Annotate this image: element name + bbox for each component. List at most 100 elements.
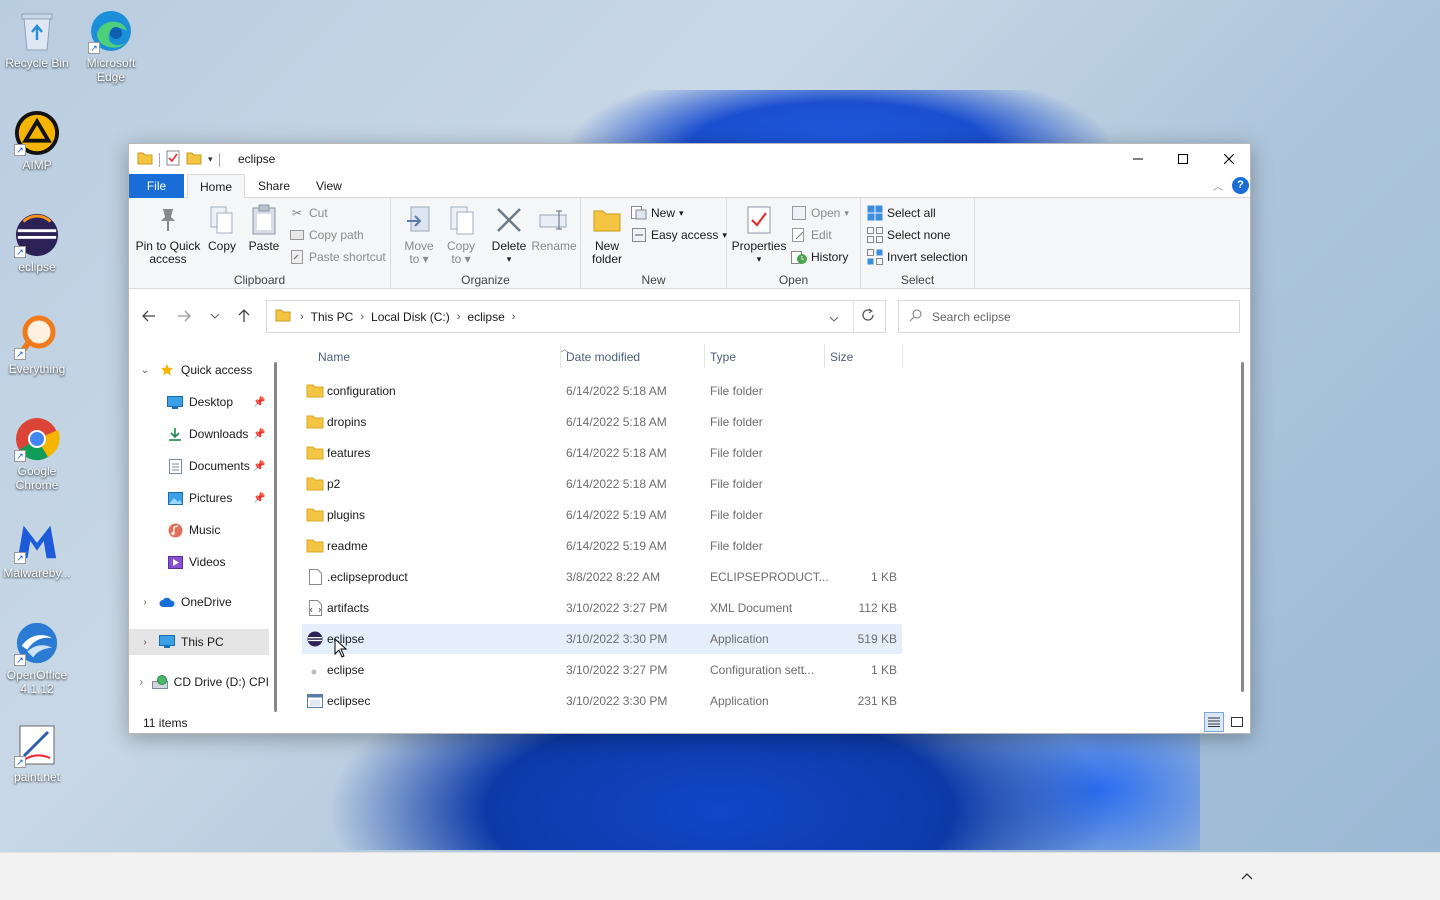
desktop-icon-paintnet[interactable]: ↗ paint.net	[1, 722, 73, 784]
nav-videos[interactable]: Videos	[129, 549, 269, 575]
new-folder-button[interactable]: New folder	[585, 204, 629, 266]
recent-locations-dropdown[interactable]	[203, 304, 227, 328]
breadcrumb-this-pc[interactable]: This PC	[307, 310, 358, 324]
column-divider[interactable]	[824, 344, 825, 368]
customize-qat-dropdown[interactable]: ▾	[208, 154, 213, 165]
paste-shortcut-button[interactable]: Paste shortcut	[289, 247, 386, 267]
desktop-icon-malwarebytes[interactable]: ↗ Malwareby...	[1, 518, 73, 580]
column-divider[interactable]	[704, 344, 705, 368]
properties-icon[interactable]	[166, 150, 180, 169]
table-row[interactable]: readme 6/14/2022 5:19 AM File folder	[302, 531, 902, 561]
delete-button[interactable]: Delete ▾	[487, 204, 531, 266]
table-row[interactable]: dropins 6/14/2022 5:18 AM File folder	[302, 407, 902, 437]
nav-this-pc[interactable]: › This PC	[129, 629, 269, 655]
address-history-dropdown[interactable]	[829, 311, 839, 325]
properties-button[interactable]: Properties ▾	[731, 204, 787, 266]
desktop-icon-aimp[interactable]: ↗ AIMP	[1, 110, 73, 172]
copy-path-button[interactable]: Copy path	[289, 225, 364, 245]
chevron-down-icon[interactable]: ⌄	[137, 365, 153, 376]
table-row[interactable]: eclipse 3/10/2022 3:27 PM Configuration se…	[302, 655, 902, 685]
nav-music[interactable]: Music	[129, 517, 269, 543]
new-item-button[interactable]: New ▾	[631, 203, 684, 223]
table-row[interactable]: .eclipseproduct 3/8/2022 8:22 AM ECLIPSEPR…	[302, 562, 902, 592]
pin-icon[interactable]: 📌	[253, 429, 265, 440]
breadcrumb-eclipse[interactable]: eclipse	[463, 310, 508, 324]
nav-quick-access[interactable]: ⌄ Quick access	[129, 357, 269, 383]
new-folder-icon[interactable]	[186, 151, 202, 168]
paste-button[interactable]: Paste	[245, 204, 283, 253]
pin-icon[interactable]: 📌	[253, 397, 265, 408]
desktop-icon-edge[interactable]: ↗ Microsoft Edge	[75, 8, 147, 84]
delete-dropdown-arrow[interactable]: ▾	[487, 253, 531, 266]
pin-to-quick-access-button[interactable]: Pin to Quick access	[135, 204, 201, 266]
table-row[interactable]: configuration 6/14/2022 5:18 AM File folde…	[302, 376, 902, 406]
column-header-date[interactable]: Date modified	[566, 350, 640, 364]
refresh-icon[interactable]	[861, 308, 875, 325]
nav-pane-scrollbar[interactable]	[274, 362, 277, 712]
column-header-size[interactable]: Size	[830, 350, 853, 364]
desktop-icon-recycle-bin[interactable]: Recycle Bin	[1, 8, 73, 70]
search-input[interactable]: Search eclipse	[898, 300, 1240, 333]
maximize-button[interactable]	[1160, 144, 1206, 174]
column-header-type[interactable]: Type	[710, 350, 736, 364]
easy-access-button[interactable]: Easy access ▾	[631, 225, 727, 245]
desktop-icon-chrome[interactable]: ↗ Google Chrome	[1, 416, 73, 492]
address-bar[interactable]: › This PC › Local Disk (C:) › eclipse ›	[266, 300, 886, 333]
cut-button[interactable]: ✂ Cut	[289, 203, 328, 223]
pin-icon[interactable]: 📌	[253, 493, 265, 504]
desktop-icon-openoffice[interactable]: ↗ OpenOffice 4.1.12	[1, 620, 73, 696]
column-header-name[interactable]: Name	[318, 350, 350, 364]
rename-button[interactable]: Rename	[531, 204, 577, 253]
history-button[interactable]: History	[791, 247, 848, 267]
copy-button[interactable]: Copy	[203, 204, 241, 253]
up-button[interactable]	[232, 304, 256, 328]
breadcrumb-chevron-icon[interactable]: ›	[509, 311, 519, 323]
forward-button[interactable]	[172, 304, 196, 328]
open-button[interactable]: Open ▾	[791, 203, 849, 223]
tab-file[interactable]: File	[129, 174, 184, 198]
nav-onedrive[interactable]: › OneDrive	[129, 589, 269, 615]
chevron-right-icon[interactable]: ›	[137, 677, 146, 688]
breadcrumb-chevron-icon[interactable]: ›	[297, 311, 307, 323]
table-row[interactable]: plugins 6/14/2022 5:19 AM File folder	[302, 500, 902, 530]
nav-pictures[interactable]: Pictures 📌	[129, 485, 269, 511]
select-none-button[interactable]: Select none	[867, 225, 950, 245]
breadcrumb-chevron-icon[interactable]: ›	[454, 311, 464, 323]
large-icons-view-button[interactable]	[1227, 712, 1247, 732]
copy-to-button[interactable]: Copy to ▾	[441, 204, 481, 266]
table-row[interactable]: features 6/14/2022 5:18 AM File folder	[302, 438, 902, 468]
nav-downloads[interactable]: Downloads 📌	[129, 421, 269, 447]
table-row[interactable]: p2 6/14/2022 5:18 AM File folder	[302, 469, 902, 499]
minimize-button[interactable]	[1115, 144, 1161, 174]
tab-home[interactable]: Home	[187, 174, 246, 199]
tab-view[interactable]: View	[304, 174, 354, 198]
help-icon[interactable]: ?	[1232, 177, 1249, 194]
breadcrumb-local-disk[interactable]: Local Disk (C:)	[367, 310, 454, 324]
tab-share[interactable]: Share	[246, 174, 302, 198]
table-row[interactable]: eclipse 3/10/2022 3:30 PM Application 519 K…	[302, 624, 902, 654]
chevron-right-icon[interactable]: ›	[137, 637, 153, 648]
back-button[interactable]	[137, 304, 161, 328]
invert-selection-button[interactable]: Invert selection	[867, 247, 968, 267]
chevron-right-icon[interactable]: ›	[137, 597, 153, 608]
select-all-button[interactable]: Select all	[867, 203, 936, 223]
table-row[interactable]: artifacts 3/10/2022 3:27 PM XML Document 11…	[302, 593, 902, 623]
column-divider[interactable]	[560, 344, 561, 368]
desktop-icon-everything[interactable]: ↗ Everything	[1, 314, 73, 376]
desktop-icon-eclipse[interactable]: ↗ eclipse	[1, 212, 73, 274]
nav-cd-drive[interactable]: › CD Drive (D:) CPI	[129, 669, 269, 695]
nav-desktop[interactable]: Desktop 📌	[129, 389, 269, 415]
move-to-button[interactable]: Move to ▾	[399, 204, 439, 266]
nav-documents[interactable]: Documents 📌	[129, 453, 269, 479]
pin-icon[interactable]: 📌	[253, 461, 265, 472]
show-hidden-icons-button[interactable]	[1238, 867, 1256, 885]
file-list-scrollbar[interactable]	[1241, 362, 1244, 692]
column-divider[interactable]	[902, 344, 903, 368]
breadcrumb-chevron-icon[interactable]: ›	[357, 311, 367, 323]
properties-dropdown-arrow[interactable]: ▾	[731, 253, 787, 266]
edit-button[interactable]: Edit	[791, 225, 832, 245]
collapse-ribbon-icon[interactable]: ︿	[1213, 178, 1223, 193]
close-button[interactable]	[1206, 144, 1252, 174]
desktop-icon	[167, 394, 183, 410]
details-view-button[interactable]	[1204, 712, 1224, 732]
